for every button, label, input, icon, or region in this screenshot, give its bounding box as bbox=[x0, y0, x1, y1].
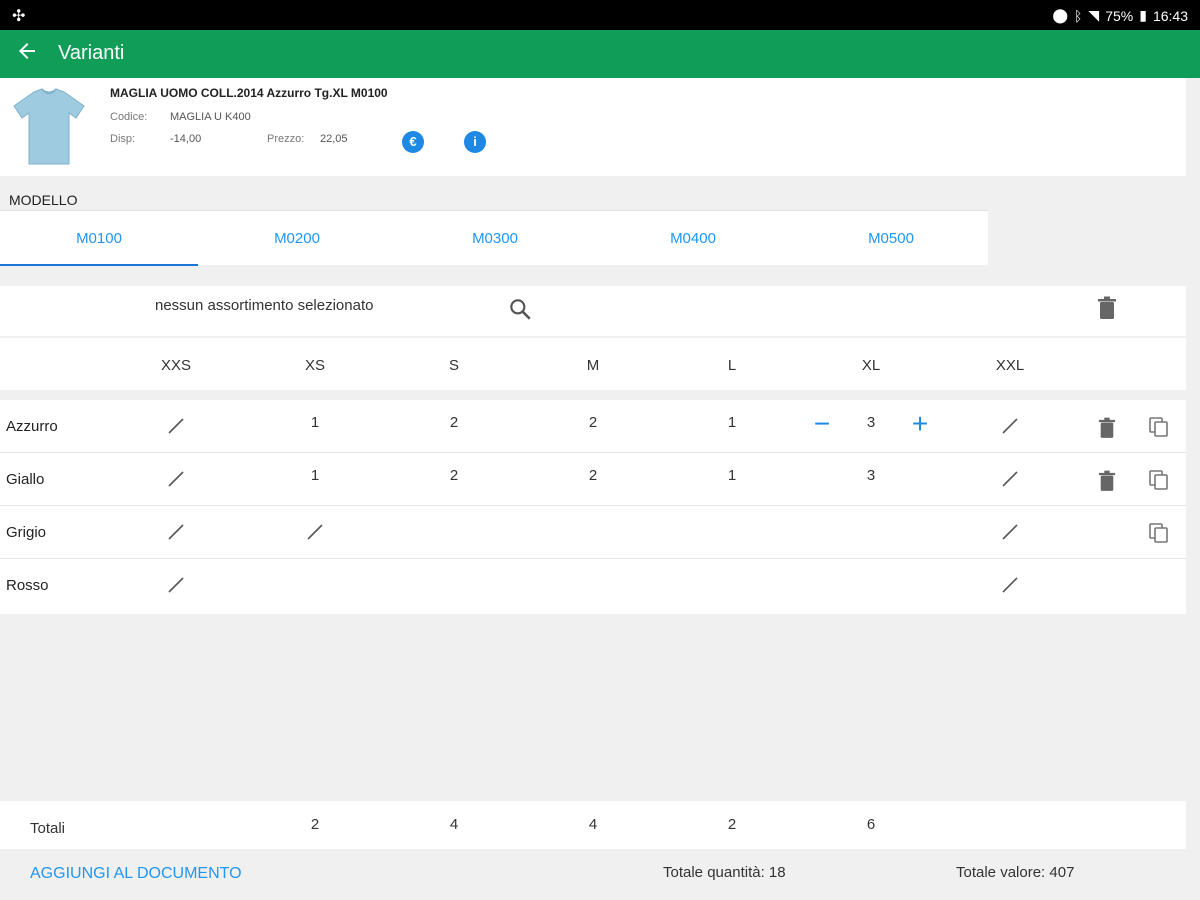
disp-value: -14,00 bbox=[170, 133, 202, 145]
size-label-s: S bbox=[448, 357, 459, 374]
assortment-text: nessun assortimento selezionato bbox=[155, 297, 374, 314]
codice-value: MAGLIA U K400 bbox=[170, 111, 251, 123]
qty-cell[interactable]: 2 bbox=[563, 467, 623, 484]
total-value: 4 bbox=[588, 816, 598, 833]
total-value: 2 bbox=[310, 816, 320, 833]
arrow-left-icon[interactable] bbox=[12, 39, 42, 69]
qty-cell[interactable]: 1 bbox=[702, 467, 762, 484]
codice-label: Codice: bbox=[110, 111, 148, 123]
row-color-name: Rosso bbox=[6, 577, 49, 594]
variant-grid: Azzurro 1 2 2 1 − 3 + Giallo 1 2 2 1 3 G… bbox=[0, 400, 1186, 614]
size-label-xxl: XXL bbox=[995, 357, 1025, 374]
size-label-xxs: XXS bbox=[160, 357, 191, 374]
tab-m0500[interactable]: M0500 bbox=[792, 211, 990, 266]
status-bar: ✣ ⬤ ᛒ ◥ 75% ▮ 16:43 bbox=[0, 0, 1200, 30]
table-row: Giallo 1 2 2 1 3 bbox=[0, 453, 1186, 506]
euro-icon[interactable]: € bbox=[402, 131, 424, 153]
footer-bar: AGGIUNGI AL DOCUMENTO Totale quantità: 1… bbox=[0, 850, 1200, 900]
tab-m0300[interactable]: M0300 bbox=[396, 211, 594, 266]
table-row: Grigio bbox=[0, 506, 1186, 559]
pencil-icon[interactable] bbox=[305, 522, 325, 542]
model-tabs: M0100 M0200 M0300 M0400 M0500 bbox=[0, 210, 990, 266]
app-bar: Varianti bbox=[0, 30, 1200, 78]
pencil-icon[interactable] bbox=[166, 469, 186, 489]
qty-cell[interactable]: 1 bbox=[285, 414, 345, 431]
prezzo-label: Prezzo: bbox=[267, 133, 305, 145]
qty-cell[interactable]: 3 bbox=[841, 467, 901, 484]
info-icon[interactable]: i bbox=[464, 131, 486, 153]
trash-icon[interactable] bbox=[1098, 417, 1116, 439]
totals-row: Totali 2 4 4 2 6 bbox=[0, 801, 1186, 849]
tab-m0200[interactable]: M0200 bbox=[198, 211, 396, 266]
battery-icon: ▮ bbox=[1139, 7, 1147, 23]
copy-icon[interactable] bbox=[1148, 522, 1170, 544]
wifi-icon: ◥ bbox=[1088, 7, 1100, 23]
total-value: 6 bbox=[866, 816, 876, 833]
row-color-name: Giallo bbox=[6, 471, 45, 488]
modello-label: MODELLO bbox=[9, 192, 78, 208]
trash-icon[interactable] bbox=[1097, 296, 1117, 320]
pencil-icon[interactable] bbox=[166, 416, 186, 436]
disp-label: Disp: bbox=[110, 133, 136, 145]
location-icon: ⬤ bbox=[1052, 7, 1069, 23]
size-label-xs: XS bbox=[304, 357, 325, 374]
size-label-xl: XL bbox=[861, 357, 881, 374]
battery-percent: 75% bbox=[1105, 7, 1134, 24]
pencil-icon[interactable] bbox=[1000, 469, 1020, 489]
add-to-document-button[interactable]: AGGIUNGI AL DOCUMENTO bbox=[30, 865, 242, 883]
qty-cell[interactable]: 2 bbox=[424, 414, 484, 431]
table-row: Rosso bbox=[0, 559, 1186, 612]
product-name: MAGLIA UOMO COLL.2014 Azzurro Tg.XL M010… bbox=[110, 86, 388, 100]
row-color-name: Grigio bbox=[6, 524, 47, 541]
minus-icon[interactable]: − bbox=[809, 410, 835, 438]
size-label-m: M bbox=[586, 357, 600, 374]
qty-cell[interactable]: 2 bbox=[424, 467, 484, 484]
pencil-icon[interactable] bbox=[166, 522, 186, 542]
pencil-icon[interactable] bbox=[1000, 522, 1020, 542]
trash-icon[interactable] bbox=[1098, 470, 1116, 492]
total-value-summary: Totale valore: 407 bbox=[956, 864, 1075, 881]
page-title: Varianti bbox=[58, 42, 125, 64]
prezzo-value: 22,05 bbox=[320, 133, 348, 145]
tshirt-image bbox=[13, 88, 85, 165]
pencil-icon[interactable] bbox=[1000, 416, 1020, 436]
tab-m0400[interactable]: M0400 bbox=[594, 211, 792, 266]
product-card: MAGLIA UOMO COLL.2014 Azzurro Tg.XL M010… bbox=[0, 78, 1186, 176]
size-label-l: L bbox=[727, 357, 737, 374]
copy-icon[interactable] bbox=[1148, 469, 1170, 491]
plus-icon[interactable]: + bbox=[907, 410, 933, 438]
size-header: XXS XS S M L XL XXL bbox=[0, 338, 1186, 390]
app-icon: ✣ bbox=[12, 8, 26, 25]
tab-m0100[interactable]: M0100 bbox=[0, 211, 198, 266]
assortment-row: nessun assortimento selezionato bbox=[0, 286, 1186, 336]
qty-cell[interactable]: 3 bbox=[841, 414, 901, 431]
pencil-icon[interactable] bbox=[1000, 575, 1020, 595]
status-icons: ⬤ ᛒ ◥ 75% ▮ 16:43 bbox=[1052, 7, 1188, 24]
totals-label: Totali bbox=[30, 820, 66, 837]
pencil-icon[interactable] bbox=[166, 575, 186, 595]
qty-cell[interactable]: 2 bbox=[563, 414, 623, 431]
search-icon[interactable] bbox=[507, 296, 533, 322]
total-quantity: Totale quantità: 18 bbox=[663, 864, 786, 881]
total-value: 2 bbox=[727, 816, 737, 833]
copy-icon[interactable] bbox=[1148, 416, 1170, 438]
row-color-name: Azzurro bbox=[6, 418, 58, 435]
table-row: Azzurro 1 2 2 1 − 3 + bbox=[0, 400, 1186, 453]
total-value: 4 bbox=[449, 816, 459, 833]
qty-cell[interactable]: 1 bbox=[702, 414, 762, 431]
qty-cell[interactable]: 1 bbox=[285, 467, 345, 484]
clock: 16:43 bbox=[1152, 7, 1188, 24]
bluetooth-icon: ᛒ bbox=[1074, 7, 1083, 24]
